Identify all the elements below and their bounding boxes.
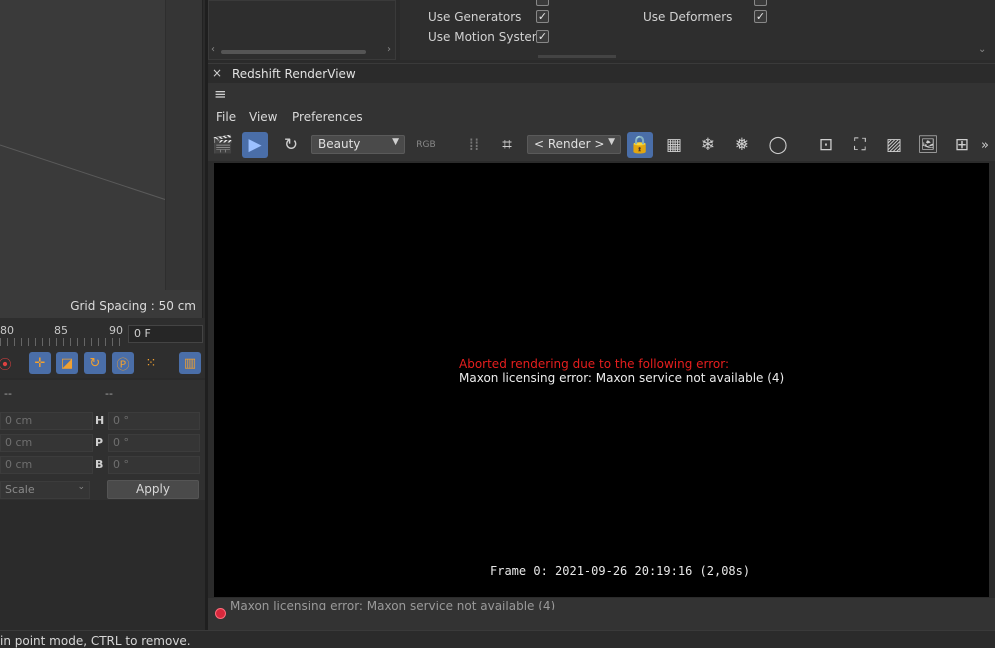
timeline[interactable]: 80 85 90 0 F xyxy=(0,318,205,348)
status-bar-text: in point mode, CTRL to remove. xyxy=(0,634,191,648)
chevron-down-icon: ▼ xyxy=(392,137,399,147)
error-title: Aborted rendering due to the following e… xyxy=(459,357,730,371)
param-keys-icon[interactable]: Ⓟ xyxy=(112,352,134,374)
coord-mode-value: Scale xyxy=(5,483,35,496)
lock-icon[interactable]: 🔒 xyxy=(627,132,653,158)
chevron-down-icon: ⌄ xyxy=(77,482,85,492)
menu-view[interactable]: View xyxy=(249,110,277,124)
render-select[interactable]: < Render > ▼ xyxy=(527,135,621,154)
left-empty-area xyxy=(0,500,205,630)
use-deformers-checkbox[interactable]: ✓ xyxy=(754,10,767,23)
3d-viewport[interactable]: Grid Spacing : 50 cm xyxy=(0,0,203,318)
rotation-h-field[interactable]: 0 ° xyxy=(108,412,200,430)
use-animation-checkbox[interactable] xyxy=(536,0,549,6)
rotation-h-label: H xyxy=(95,414,105,427)
timeline-tick: 85 xyxy=(54,324,68,337)
error-message: Maxon licensing error: Maxon service not… xyxy=(459,371,785,385)
object-list-panel: ‹ › xyxy=(208,0,396,60)
dots-grid-icon[interactable]: ⁞⁞ xyxy=(461,132,487,158)
menu-preferences[interactable]: Preferences xyxy=(292,110,363,124)
timeline-ruler xyxy=(0,338,125,346)
horizontal-scrollbar[interactable] xyxy=(221,50,366,54)
refresh-icon[interactable]: ↻ xyxy=(278,132,304,158)
fit-icon[interactable]: ⛶ xyxy=(847,132,873,158)
renderview-tab: × Redshift RenderView xyxy=(208,63,995,83)
point-level-icon[interactable]: ⁙ xyxy=(140,352,162,374)
snowflake-g-icon[interactable]: ❅ xyxy=(729,132,755,158)
use-generators-label: Use Generators xyxy=(428,10,522,24)
aov-select[interactable]: Beauty ▼ xyxy=(311,135,405,154)
renderview-status: Maxon licensing error: Maxon service not… xyxy=(208,598,995,630)
renderview-title: Redshift RenderView xyxy=(232,67,356,81)
renderview-toolbar: 🎬 ▶ ↻ Beauty ▼ RGB ⁞⁞ ⌗ < Render > ▼ 🔒 ▦… xyxy=(208,129,995,161)
coord-mode-select[interactable]: Scale ⌄ xyxy=(0,481,90,499)
renderview-menubar: File View Preferences xyxy=(208,107,995,129)
use-motion-system-label: Use Motion System xyxy=(428,30,544,44)
renderview-menu-row: ≡ xyxy=(208,83,995,107)
rotation-p-field[interactable]: 0 ° xyxy=(108,434,200,452)
clapperboard-icon[interactable]: 🎬 xyxy=(210,132,236,158)
coords-header-right: -- xyxy=(105,387,113,400)
scale-keys-icon[interactable]: ◪ xyxy=(56,352,78,374)
render-image-area[interactable]: Aborted rendering due to the following e… xyxy=(214,163,989,597)
rgb-icon[interactable]: RGB xyxy=(413,132,439,158)
apply-button[interactable]: Apply xyxy=(107,480,199,499)
close-icon[interactable]: × xyxy=(212,66,222,80)
scroll-right-icon[interactable]: › xyxy=(387,44,391,55)
focus-icon[interactable]: ⊡ xyxy=(813,132,839,158)
position-x-field[interactable]: 0 cm xyxy=(0,412,93,430)
error-status-icon xyxy=(215,608,226,619)
cinema4d-window: Grid Spacing : 50 cm 80 85 90 0 F ⦿ ✛ ◪ … xyxy=(0,0,995,648)
expand-chevron-icon[interactable]: ⌄ xyxy=(978,44,986,55)
menu-file[interactable]: File xyxy=(216,110,236,124)
chevron-down-icon: ▼ xyxy=(608,137,615,147)
render-select-value: < Render > xyxy=(534,137,605,151)
play-icon[interactable]: ▶ xyxy=(242,132,268,158)
frame-info: Frame 0: 2021-09-26 20:19:16 (2,08s) xyxy=(490,564,751,578)
scroll-left-icon[interactable]: ‹ xyxy=(211,44,215,55)
grid-spacing-label: Grid Spacing : 50 cm xyxy=(70,299,196,313)
rotation-b-label: B xyxy=(95,458,104,471)
aov-select-value: Beauty xyxy=(318,137,361,151)
use-deformers-label: Use Deformers xyxy=(643,10,733,24)
move-keys-icon[interactable]: ✛ xyxy=(29,352,51,374)
position-z-field[interactable]: 0 cm xyxy=(0,456,93,474)
region-icon[interactable]: ▨ xyxy=(881,132,907,158)
timeline-tick: 80 xyxy=(0,324,14,337)
attr-scroll-handle[interactable] xyxy=(538,55,616,58)
use-expression-checkbox[interactable] xyxy=(754,0,767,6)
toolbar-overflow-icon[interactable]: » xyxy=(978,132,992,158)
renderview-status-text: Maxon licensing error: Maxon service not… xyxy=(230,601,556,610)
use-generators-checkbox[interactable]: ✓ xyxy=(536,10,549,23)
position-y-field[interactable]: 0 cm xyxy=(0,434,93,452)
snowflake-icon[interactable]: ❄ xyxy=(695,132,721,158)
grid-icon[interactable]: ▦ xyxy=(661,132,687,158)
circle-icon[interactable]: ◯ xyxy=(765,132,791,158)
attributes-panel: Use Generators ✓ Use Deformers ✓ Use Mot… xyxy=(400,0,995,60)
use-motion-system-checkbox[interactable]: ✓ xyxy=(536,30,549,43)
add-snapshot-icon[interactable]: ⊞ xyxy=(949,132,975,158)
coords-header-left: -- xyxy=(4,387,12,400)
film-icon[interactable]: ▥ xyxy=(179,352,201,374)
record-icon[interactable]: ⦿ xyxy=(0,352,16,374)
current-frame-field[interactable]: 0 F xyxy=(128,325,203,343)
hamburger-menu-icon[interactable]: ≡ xyxy=(214,87,229,102)
status-bar: in point mode, CTRL to remove. xyxy=(0,630,995,648)
rotate-keys-icon[interactable]: ↻ xyxy=(84,352,106,374)
coordinates-panel: -- -- 0 cm 0 cm 0 cm H P B 0 ° 0 ° 0 ° S… xyxy=(0,380,205,500)
viewport-side-strip xyxy=(165,0,202,290)
rotation-p-label: P xyxy=(95,436,104,449)
image-icon[interactable]: 🖼 xyxy=(915,132,941,158)
animation-toolbar: ⦿ ✛ ◪ ↻ Ⓟ ⁙ ▥ xyxy=(0,348,205,378)
rotation-b-field[interactable]: 0 ° xyxy=(108,456,200,474)
timeline-tick: 90 xyxy=(109,324,123,337)
crop-icon[interactable]: ⌗ xyxy=(494,132,520,158)
